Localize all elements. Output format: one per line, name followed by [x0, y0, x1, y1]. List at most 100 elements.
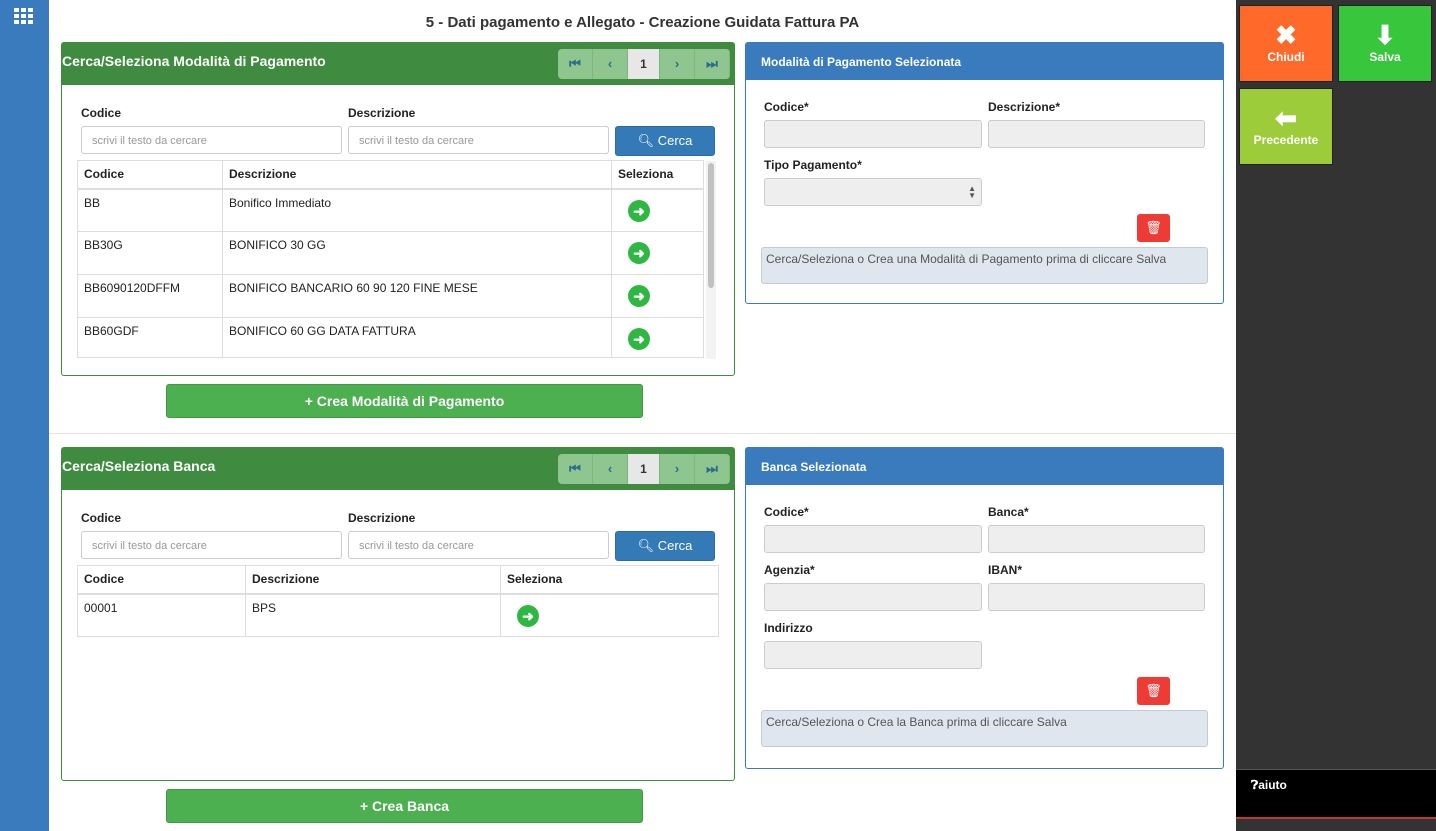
delete-pagamento-button[interactable]: 🗑︎ — [1137, 214, 1170, 242]
select-arrow-icon[interactable]: ➜ — [628, 242, 650, 264]
aiuto-link[interactable]: ❓︎aiuto — [1251, 778, 1287, 793]
table-row: BB6090120DFFM BONIFICO BANCARIO 60 90 12… — [77, 274, 704, 318]
next-page-icon[interactable]: › — [660, 49, 695, 79]
banca-field[interactable] — [988, 525, 1205, 553]
cell-descrizione: BPS — [245, 593, 501, 637]
page-number[interactable]: 1 — [628, 454, 660, 484]
banca-search-panel: Cerca/Seleziona Banca ⏮ ‹ 1 › ⏭ Codice D… — [61, 447, 735, 781]
banca-selected-title: Banca Selezionata — [746, 448, 1223, 485]
last-page-icon[interactable]: ⏭ — [695, 49, 730, 79]
cell-codice: BB30G — [77, 231, 223, 275]
indirizzo-field[interactable] — [764, 641, 982, 669]
select-arrow-icon[interactable]: ➜ — [628, 328, 650, 350]
descrizione-search-input[interactable]: scrivi il testo da cercare — [348, 126, 609, 154]
prev-page-icon[interactable]: ‹ — [593, 49, 628, 79]
precedente-label: Precedente — [1253, 133, 1319, 147]
download-icon: ⬇ — [1374, 20, 1396, 50]
left-sidebar — [0, 0, 49, 831]
descrizione-label: Descrizione — [348, 106, 416, 120]
page-title: 5 - Dati pagamento e Allegato - Creazion… — [425, 14, 860, 31]
salva-label: Salva — [1369, 50, 1401, 64]
cerca-button[interactable]: 🔍︎ Cerca — [615, 126, 715, 156]
precedente-button[interactable]: ⬅ Precedente — [1239, 88, 1333, 165]
main-content: 5 - Dati pagamento e Allegato - Creazion… — [49, 0, 1236, 831]
cell-codice: BB60GDF — [77, 317, 223, 358]
crea-banca-button[interactable]: + Crea Banca — [166, 789, 643, 823]
pagamento-selected-panel: Modalità di Pagamento Selezionata Codice… — [745, 42, 1224, 304]
codice-label: Codice* — [764, 505, 809, 519]
codice-search-input[interactable]: scrivi il testo da cercare — [81, 126, 342, 154]
select-arrow-icon[interactable]: ➜ — [628, 285, 650, 307]
chiudi-label: Chiudi — [1267, 50, 1305, 64]
actions-sidebar: ✖ Chiudi ⬇ Salva ⬅ Precedente ❓︎aiuto — [1236, 0, 1436, 831]
delete-banca-button[interactable]: 🗑︎ — [1137, 677, 1170, 705]
help-underline — [1236, 817, 1436, 819]
banca-table: Codice Descrizione Seleziona 00001 BPS ➜ — [77, 565, 719, 637]
descrizione-search-input[interactable]: scrivi il testo da cercare — [348, 531, 609, 559]
page-number[interactable]: 1 — [628, 49, 660, 79]
table-scrollbar[interactable] — [706, 161, 716, 359]
first-page-icon[interactable]: ⏮ — [558, 49, 593, 79]
last-page-icon[interactable]: ⏭ — [695, 454, 730, 484]
crea-modalita-button[interactable]: + Crea Modalità di Pagamento — [166, 384, 643, 418]
cerca-label: Cerca — [657, 538, 693, 553]
table-row: BB30G BONIFICO 30 GG ➜ — [77, 231, 704, 275]
descrizione-label: Descrizione — [348, 511, 416, 525]
cell-descrizione: BONIFICO 30 GG — [222, 231, 612, 275]
select-arrow-icon[interactable]: ➜ — [517, 604, 539, 627]
banca-search-title: Cerca/Seleziona Banca — [62, 458, 216, 474]
iban-label: IBAN* — [988, 563, 1023, 577]
prev-page-icon[interactable]: ‹ — [593, 454, 628, 484]
codice-search-input[interactable]: scrivi il testo da cercare — [81, 531, 342, 559]
cerca-button[interactable]: 🔍︎ Cerca — [615, 531, 715, 561]
next-page-icon[interactable]: › — [660, 454, 695, 484]
table-row: BB Bonifico Immediato ➜ — [77, 188, 704, 232]
col-seleziona: Seleziona — [500, 565, 719, 595]
descrizione-label: Descrizione* — [988, 100, 1061, 114]
col-codice: Codice — [77, 160, 223, 190]
scrollbar-thumb[interactable] — [708, 163, 714, 288]
pagamento-search-title: Cerca/Seleziona Modalità di Pagamento — [62, 53, 326, 69]
apps-grid-icon[interactable] — [14, 8, 34, 24]
codice-label: Codice — [81, 511, 122, 525]
trash-icon: 🗑︎ — [1145, 220, 1162, 235]
pagamento-search-panel: Cerca/Seleziona Modalità di Pagamento ⏮ … — [61, 42, 735, 376]
search-icon: 🔍︎ — [637, 538, 655, 553]
codice-field[interactable] — [764, 525, 982, 553]
table-row: 00001 BPS ➜ — [77, 593, 719, 637]
arrow-left-icon: ⬅ — [1275, 103, 1297, 133]
banca-search-header: Cerca/Seleziona Banca ⏮ ‹ 1 › ⏭ — [62, 448, 734, 490]
cell-codice: BB — [77, 188, 223, 232]
codice-label: Codice — [81, 106, 122, 120]
col-seleziona: Seleziona — [611, 160, 704, 190]
tipo-pagamento-label: Tipo Pagamento* — [764, 158, 862, 172]
col-descrizione: Descrizione — [245, 565, 501, 595]
codice-label: Codice* — [764, 100, 809, 114]
aiuto-label: aiuto — [1258, 778, 1287, 792]
cell-codice: BB6090120DFFM — [77, 274, 223, 318]
iban-field[interactable] — [988, 583, 1205, 611]
pagamento-note: Cerca/Seleziona o Crea una Modalità di P… — [761, 247, 1208, 284]
col-codice: Codice — [77, 565, 246, 595]
chiudi-button[interactable]: ✖ Chiudi — [1239, 5, 1333, 82]
codice-field[interactable] — [764, 120, 982, 148]
pagamento-search-header: Cerca/Seleziona Modalità di Pagamento ⏮ … — [62, 43, 734, 85]
cell-descrizione: BONIFICO BANCARIO 60 90 120 FINE MESE — [222, 274, 612, 318]
banca-note: Cerca/Seleziona o Crea la Banca prima di… — [761, 710, 1208, 747]
cell-descrizione: BONIFICO 60 GG DATA FATTURA — [222, 317, 612, 358]
banca-label: Banca* — [988, 505, 1029, 519]
cell-descrizione: Bonifico Immediato — [222, 188, 612, 232]
table-row: BB60GDF BONIFICO 60 GG DATA FATTURA ➜ — [77, 317, 704, 358]
first-page-icon[interactable]: ⏮ — [558, 454, 593, 484]
section-divider — [49, 433, 1236, 434]
agenzia-field[interactable] — [764, 583, 982, 611]
salva-button[interactable]: ⬇ Salva — [1338, 5, 1432, 82]
select-arrow-icon[interactable]: ➜ — [628, 199, 650, 222]
agenzia-label: Agenzia* — [764, 563, 815, 577]
help-area: ❓︎aiuto — [1236, 769, 1436, 817]
tipo-pagamento-select[interactable]: ▲ ▼ — [764, 178, 982, 206]
banca-pager: ⏮ ‹ 1 › ⏭ — [558, 454, 730, 484]
pagamento-selected-title: Modalità di Pagamento Selezionata — [746, 43, 1223, 80]
descrizione-field[interactable] — [988, 120, 1205, 148]
col-descrizione: Descrizione — [222, 160, 612, 190]
